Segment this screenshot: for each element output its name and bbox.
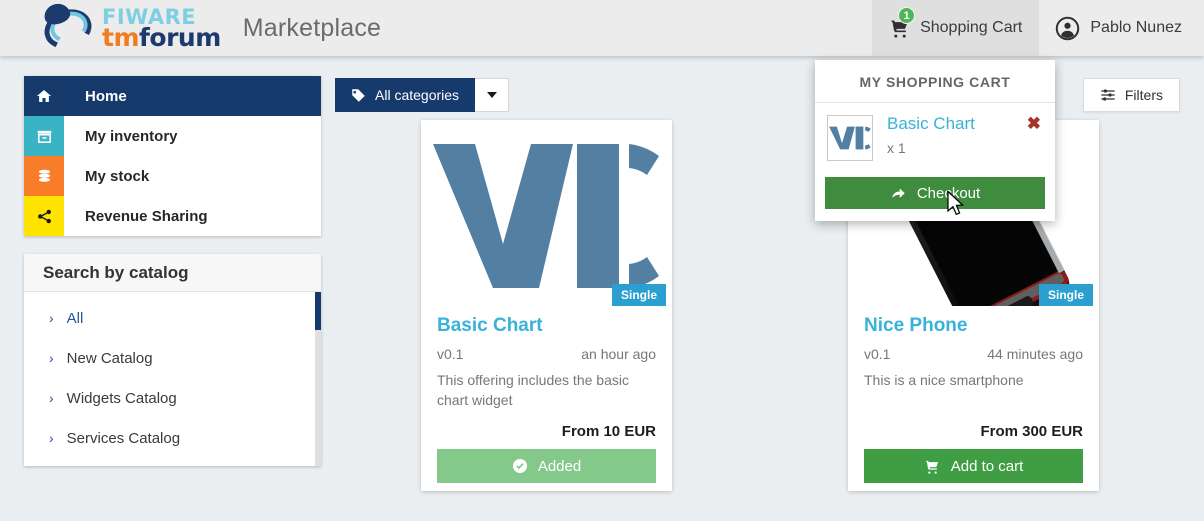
shopping-cart-label: Shopping Cart (920, 19, 1023, 36)
added-button-label: Added (537, 457, 582, 475)
filters-button[interactable]: Filters (1082, 78, 1180, 112)
main-menu: Home My inventory My stock Revenue Shari… (24, 76, 321, 236)
product-meta-basic-chart: v0.1 an hour ago (437, 346, 656, 362)
product-image-basic-chart: Wirecloud Single (427, 126, 666, 306)
brand-logo[interactable]: FIWARE tmforum Marketplace (38, 0, 382, 56)
check-circle-icon (512, 459, 527, 473)
home-tile (24, 76, 64, 116)
chevron-right-icon: › (49, 310, 54, 326)
chevron-right-icon: › (49, 350, 54, 366)
arrow-forward-icon (892, 188, 905, 198)
cart-item-quantity: x 1 (887, 139, 906, 156)
badge-single-nice-phone: Single (1038, 284, 1093, 306)
catalog-item-label-new-catalog: New Catalog (66, 349, 153, 367)
catalog-panel-title: Search by catalog (24, 254, 321, 292)
chevron-right-icon: › (49, 430, 54, 446)
all-categories-label: All categories (375, 87, 460, 103)
chevron-down-icon (486, 92, 497, 98)
cart-item-info: Basic Chart x 1 (887, 114, 975, 161)
shopping-cart-button[interactable]: 1 Shopping Cart (872, 0, 1040, 56)
tmforum-wordmark: tmforum (102, 22, 221, 52)
all-categories-button[interactable]: All categories (335, 78, 476, 112)
product-price-basic-chart: From 10 EUR (561, 423, 656, 440)
sidebar-item-label-my-inventory: My inventory (85, 127, 178, 145)
catalog-item-label-widgets-catalog: Widgets Catalog (66, 389, 177, 407)
catalog-panel: Search by catalog › All › New Catalog › … (24, 254, 321, 466)
checkout-label: Checkout (916, 184, 981, 202)
product-description-nice-phone: This is a nice smartphone (864, 372, 1024, 388)
revenue-tile (24, 196, 64, 236)
tag-icon (352, 88, 365, 102)
sliders-icon (1101, 89, 1115, 101)
share-nodes-icon (37, 209, 51, 223)
inventory-tile (24, 116, 64, 156)
stock-tile (24, 156, 64, 196)
added-button[interactable]: Added (437, 449, 656, 483)
marketplace-page: FIWARE tmforum Marketplace 1 Shopping Ca… (0, 0, 1204, 521)
catalog-item-new-catalog[interactable]: › New Catalog (24, 338, 321, 378)
cart-item-thumbnail (827, 115, 873, 161)
chevron-right-icon: › (49, 390, 54, 406)
catalog-item-services-catalog[interactable]: › Services Catalog (24, 418, 321, 458)
catalog-item-label-services-catalog: Services Catalog (66, 429, 181, 447)
shopping-cart-dropdown: MY SHOPPING CART Basic Chart x 1 ✖ Check… (815, 60, 1055, 221)
catalog-scrollbar-thumb[interactable] (315, 292, 321, 330)
cart-dropdown-title: MY SHOPPING CART (815, 60, 1055, 103)
card-body-nice-phone: Nice Phone v0.1 44 minutes ago This is a… (854, 306, 1093, 483)
sidebar-item-my-inventory[interactable]: My inventory (24, 116, 321, 156)
sidebar-item-home[interactable]: Home (24, 76, 321, 116)
sidebar-item-label-home: Home (85, 87, 127, 105)
card-body-basic-chart: Basic Chart v0.1 an hour ago This offeri… (427, 306, 666, 483)
add-to-cart-button[interactable]: Add to cart (864, 449, 1083, 483)
product-price-nice-phone: From 300 EUR (980, 423, 1083, 440)
user-name-label: Pablo Nunez (1090, 19, 1182, 36)
remove-x-icon[interactable]: ✖ (1027, 115, 1041, 132)
product-meta-nice-phone: v0.1 44 minutes ago (864, 346, 1083, 362)
page-title: Marketplace (242, 13, 382, 42)
cart-count-badge: 1 (898, 7, 916, 24)
wirecloud-logo-icon (433, 144, 659, 288)
sidebar-item-revenue-sharing[interactable]: Revenue Sharing (24, 196, 321, 236)
product-title-basic-chart[interactable]: Basic Chart (437, 315, 656, 337)
home-icon (37, 90, 51, 102)
header-actions: 1 Shopping Cart Pablo Nunez (872, 0, 1204, 56)
user-circle-icon (1056, 16, 1080, 40)
catalog-list: › All › New Catalog › Widgets Catalog › … (24, 292, 321, 466)
product-card-basic-chart[interactable]: Wirecloud Single Basic Chart v0.1 an hou… (421, 120, 672, 491)
user-menu-button[interactable]: Pablo Nunez (1039, 0, 1204, 56)
add-to-cart-label: Add to cart (950, 457, 1024, 475)
left-sidebar: Home My inventory My stock Revenue Shari… (24, 76, 321, 466)
product-version-basic-chart: v0.1 (437, 346, 464, 362)
categories-toolbar: All categories (335, 78, 510, 112)
cart-item-name[interactable]: Basic Chart (887, 114, 975, 134)
catalog-item-label-all: All (66, 309, 84, 327)
catalog-item-widgets-catalog[interactable]: › Widgets Catalog (24, 378, 321, 418)
product-title-nice-phone[interactable]: Nice Phone (864, 315, 1083, 337)
categories-dropdown-toggle[interactable] (475, 78, 510, 112)
database-icon (38, 169, 50, 182)
badge-single-basic-chart: Single (611, 284, 666, 306)
archive-box-icon (37, 130, 51, 143)
sidebar-item-label-my-stock: My stock (85, 167, 150, 185)
sidebar-item-my-stock[interactable]: My stock (24, 156, 321, 196)
cart-line-item: Basic Chart x 1 ✖ (815, 103, 1055, 165)
sidebar-item-label-revenue-sharing: Revenue Sharing (85, 207, 208, 225)
fiware-swirl-icon (38, 0, 98, 56)
shopping-cart-icon (925, 460, 938, 474)
product-time-basic-chart: an hour ago (581, 346, 656, 362)
product-time-nice-phone: 44 minutes ago (987, 346, 1083, 362)
filters-label: Filters (1124, 87, 1163, 103)
product-version-nice-phone: v0.1 (864, 346, 891, 362)
brand-wordmark: FIWARE tmforum (102, 6, 221, 52)
catalog-scrollbar[interactable] (315, 292, 321, 466)
checkout-button[interactable]: Checkout (825, 177, 1045, 209)
top-header: FIWARE tmforum Marketplace 1 Shopping Ca… (0, 0, 1204, 56)
wirecloud-logo-icon (829, 126, 871, 150)
catalog-item-all[interactable]: › All (24, 298, 321, 338)
product-description-basic-chart: This offering includes the basic chart w… (437, 372, 629, 408)
